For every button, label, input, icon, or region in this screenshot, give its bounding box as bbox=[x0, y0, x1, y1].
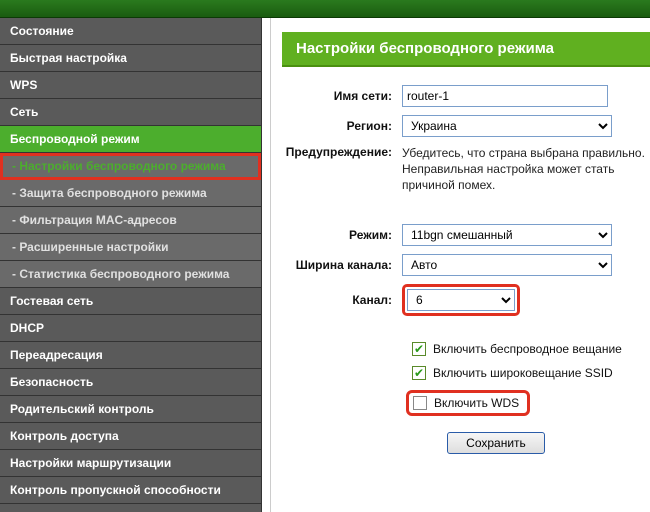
nav-wireless-advanced[interactable]: - Расширенные настройки bbox=[0, 234, 261, 261]
label-warning: Предупреждение: bbox=[282, 145, 402, 159]
label-mode: Режим: bbox=[282, 228, 402, 242]
divider bbox=[270, 18, 271, 512]
nav-status[interactable]: Состояние bbox=[0, 18, 261, 45]
nav-wireless-statistics[interactable]: - Статистика беспроводного режима bbox=[0, 261, 261, 288]
nav-wireless-security[interactable]: - Защита беспроводного режима bbox=[0, 180, 261, 207]
label-region: Регион: bbox=[282, 119, 402, 133]
nav-guest-network[interactable]: Гостевая сеть bbox=[0, 288, 261, 315]
nav-parental[interactable]: Родительский контроль bbox=[0, 396, 261, 423]
label-ssid: Имя сети: bbox=[282, 89, 402, 103]
nav-dhcp[interactable]: DHCP bbox=[0, 315, 261, 342]
mode-select[interactable]: 11bgn смешанный bbox=[402, 224, 612, 246]
checkbox-wds[interactable]: ✔ bbox=[413, 396, 427, 410]
label-chwidth: Ширина канала: bbox=[282, 258, 402, 272]
nav-quick-setup[interactable]: Быстрая настройка bbox=[0, 45, 261, 72]
region-select[interactable]: Украина bbox=[402, 115, 612, 137]
nav-security[interactable]: Безопасность bbox=[0, 369, 261, 396]
nav-forwarding[interactable]: Переадресация bbox=[0, 342, 261, 369]
sidebar: Состояние Быстрая настройка WPS Сеть Бес… bbox=[0, 18, 262, 512]
label-wds: Включить WDS bbox=[434, 396, 519, 410]
nav-wireless[interactable]: Беспроводной режим bbox=[0, 126, 261, 153]
top-bar bbox=[0, 0, 650, 18]
checkbox-wireless-broadcast[interactable]: ✔ bbox=[412, 342, 426, 356]
nav-routing[interactable]: Настройки маршрутизации bbox=[0, 450, 261, 477]
nav-wireless-settings[interactable]: - Настройки беспроводного режима bbox=[0, 153, 261, 180]
nav-wps[interactable]: WPS bbox=[0, 72, 261, 99]
channel-select[interactable]: 6 bbox=[407, 289, 515, 311]
content-area: Настройки беспроводного режима Имя сети:… bbox=[262, 18, 650, 512]
save-button[interactable]: Сохранить bbox=[447, 432, 545, 454]
nav-bandwidth[interactable]: Контроль пропускной способности bbox=[0, 477, 261, 504]
channel-highlight: 6 bbox=[402, 284, 520, 316]
checkbox-ssid-broadcast[interactable]: ✔ bbox=[412, 366, 426, 380]
warning-text: Убедитесь, что страна выбрана правильно.… bbox=[402, 145, 650, 194]
label-ssid-broadcast: Включить широковещание SSID bbox=[433, 366, 613, 380]
page-title: Настройки беспроводного режима bbox=[282, 32, 650, 67]
wds-highlight: ✔ Включить WDS bbox=[406, 390, 530, 416]
channel-width-select[interactable]: Авто bbox=[402, 254, 612, 276]
nav-wireless-mac-filter[interactable]: - Фильтрация MAC-адресов bbox=[0, 207, 261, 234]
nav-ip-mac-binding[interactable]: Привязка IP- и MAC-адресов bbox=[0, 504, 261, 512]
ssid-input[interactable] bbox=[402, 85, 608, 107]
label-channel: Канал: bbox=[282, 293, 402, 307]
nav-network[interactable]: Сеть bbox=[0, 99, 261, 126]
nav-access-control[interactable]: Контроль доступа bbox=[0, 423, 261, 450]
label-wireless-broadcast: Включить беспроводное вещание bbox=[433, 342, 622, 356]
